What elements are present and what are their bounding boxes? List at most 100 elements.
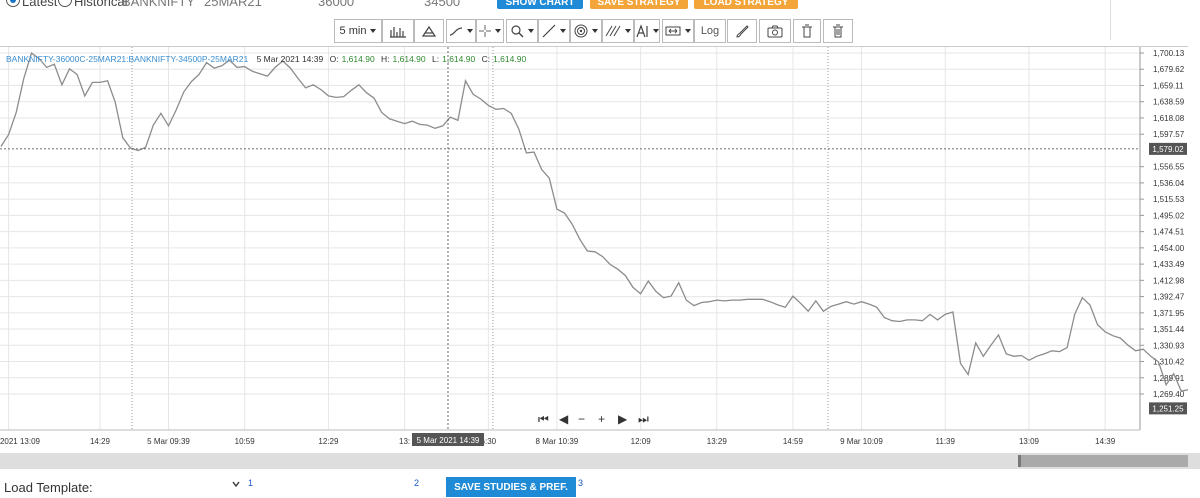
latest-radio[interactable] [6, 0, 20, 7]
chevron-down-icon [467, 29, 473, 33]
legend-close-value: 1,614.90 [493, 54, 527, 64]
footnote-1: 1 [248, 478, 254, 488]
y-tick-label: 1,433.49 [1153, 260, 1185, 269]
chevron-down-icon [560, 29, 566, 33]
historical-radio-label: Historical [74, 0, 128, 9]
x-tick-label: 9 Mar 10:09 [840, 437, 883, 446]
clear-all-button[interactable] [823, 19, 853, 43]
strike2-select[interactable]: 34500 [424, 0, 460, 9]
x-tick-label: 13:09 [1019, 437, 1040, 446]
crosshair-button[interactable] [476, 19, 504, 43]
log-scale-button[interactable]: Log [694, 19, 726, 43]
top-divider [1110, 0, 1111, 40]
brush-icon [736, 25, 749, 38]
x-tick-label: 14:29 [90, 437, 111, 446]
scroll-right-button[interactable]: ▶ [618, 412, 627, 426]
last-price-label: 1,251.25 [1152, 404, 1184, 413]
camera-icon [767, 25, 783, 37]
chevron-down-icon [370, 29, 377, 33]
chart-area[interactable]: 1,700.13 1,679.62 1,659.11 1,638.59 1,618.08… [0, 46, 1188, 452]
scrollbar-thumb-handle[interactable] [1018, 455, 1021, 467]
expiry-select[interactable]: 25MAR21 [204, 0, 262, 9]
line-style-button[interactable] [446, 19, 476, 43]
parallel-lines-icon [605, 25, 621, 37]
measure-button[interactable] [662, 19, 694, 43]
text-tool-button[interactable] [634, 19, 660, 43]
trash-icon [833, 24, 843, 38]
crosshair-icon [479, 25, 491, 37]
y-tick-label: 1,700.13 [1153, 49, 1185, 58]
chart-scrollbar[interactable] [0, 453, 1200, 469]
scroll-left-button[interactable]: ◀ [559, 412, 568, 426]
y-tick-label: 1,597.57 [1153, 130, 1185, 139]
y-tick-label: 1,351.44 [1153, 325, 1185, 334]
zoom-in-button[interactable]: + [598, 412, 605, 426]
show-chart-button[interactable]: SHOW CHART [497, 0, 583, 9]
chevron-down-icon [592, 29, 598, 33]
x-tick-label: 5 Mar 09:39 [147, 437, 190, 446]
scroll-to-start-button[interactable]: ⏮ [538, 412, 549, 426]
y-tick-label: 1,269.40 [1153, 390, 1185, 399]
interval-dropdown[interactable]: 5 min [334, 19, 382, 43]
zoom-out-button[interactable]: − [578, 412, 585, 426]
draw-line-button[interactable] [538, 19, 570, 43]
chevron-down-icon [625, 29, 631, 33]
y-tick-label: 1,515.53 [1153, 195, 1185, 204]
indicator-icon [421, 25, 437, 37]
save-studies-button[interactable]: SAVE STUDIES & PREF. [446, 477, 576, 497]
scroll-to-end-button[interactable]: ⏭ [638, 412, 649, 426]
x-tick-label: 13:29 [707, 437, 728, 446]
latest-radio-label: Latest [22, 0, 58, 9]
delete-drawing-button[interactable] [793, 19, 821, 43]
chart-legend: BANKNIFTY-36000C-25MAR21:BANKNIFTY-34500… [6, 54, 526, 64]
chevron-down-icon [653, 29, 659, 33]
load-strategy-button[interactable]: LOAD STRATEGY [694, 0, 798, 9]
legend-symbol: BANKNIFTY-36000C-25MAR21:BANKNIFTY-34500… [6, 54, 249, 64]
strike1-select[interactable]: 36000 [318, 0, 354, 9]
legend-high-value: 1,614.90 [392, 54, 426, 64]
search-icon [511, 25, 524, 38]
zoom-button[interactable] [506, 19, 538, 43]
trash-pencil-icon [802, 24, 812, 38]
x-tick-label: 14:39 [1095, 437, 1116, 446]
price-chart[interactable]: 1,700.13 1,679.62 1,659.11 1,638.59 1,618.08… [0, 47, 1188, 452]
crosshair-price-label: 1,579.02 [1152, 145, 1184, 154]
curve-icon [449, 27, 463, 36]
interval-label: 5 min [339, 25, 367, 37]
symbol-select[interactable]: BANKNIFTY [122, 0, 195, 9]
text-icon [636, 24, 648, 38]
y-tick-label: 1,392.47 [1153, 293, 1185, 302]
y-tick-label: 1,371.95 [1153, 309, 1185, 318]
measure-icon [665, 26, 681, 36]
screenshot-button[interactable] [759, 19, 791, 43]
y-tick-label: 1,412.98 [1153, 276, 1185, 285]
chevron-down-icon [495, 29, 501, 33]
chevron-down-icon [528, 29, 534, 33]
bar-chart-icon [390, 27, 406, 38]
fib-lines-button[interactable] [602, 19, 634, 43]
legend-open-value: 1,614.90 [341, 54, 375, 64]
historical-radio[interactable] [58, 0, 72, 7]
footnote-2: 2 [414, 478, 420, 488]
legend-open-label: O: [329, 54, 339, 64]
y-tick-label: 1,454.00 [1153, 244, 1185, 253]
plot-background [0, 47, 1188, 452]
y-tick-label: 1,659.11 [1153, 81, 1184, 90]
x-tick-label: 11:39 [936, 437, 956, 446]
scrollbar-thumb[interactable] [1018, 455, 1188, 467]
footnote-3: 3 [578, 478, 584, 488]
indicators-button[interactable] [414, 19, 444, 43]
x-tick-label: 14:59 [783, 437, 804, 446]
brush-button[interactable] [727, 19, 757, 43]
fib-circle-button[interactable] [570, 19, 602, 43]
x-tick-label: 12:29 [318, 437, 339, 446]
x-tick-label: 8 Mar 10:39 [536, 437, 579, 446]
x-tick-label: 13: [399, 437, 410, 446]
log-label: Log [700, 25, 720, 37]
y-tick-label: 1,330.93 [1153, 341, 1185, 350]
x-tick-label: 10:59 [235, 437, 256, 446]
chart-type-button[interactable] [382, 19, 414, 43]
legend-low-value: 1,614.90 [442, 54, 476, 64]
save-strategy-button[interactable]: SAVE STRATEGY [590, 0, 688, 9]
chevron-down-icon[interactable] [232, 480, 240, 488]
